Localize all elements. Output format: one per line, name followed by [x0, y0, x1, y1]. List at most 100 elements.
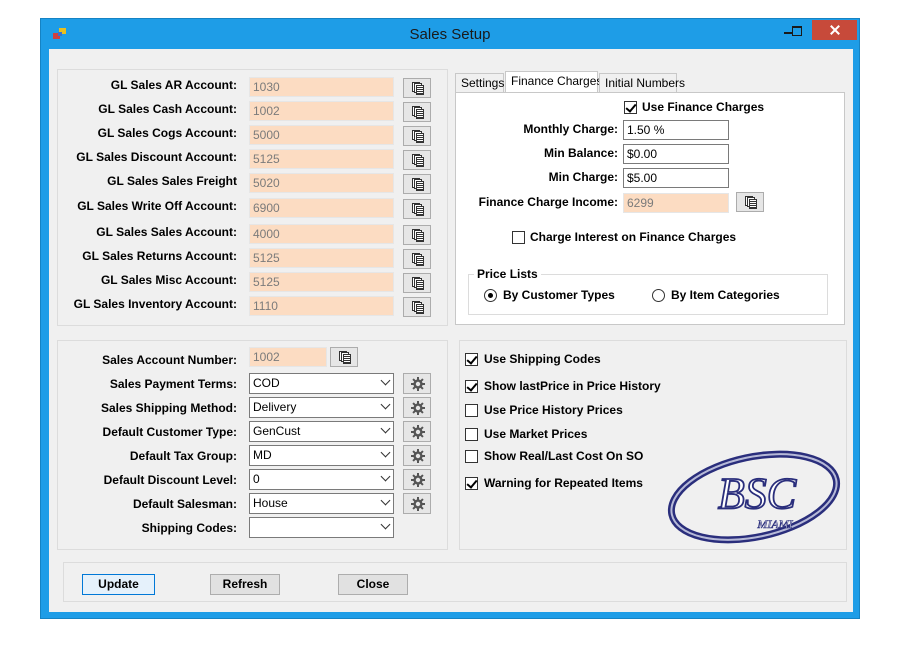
dropdown-value: Delivery: [253, 400, 297, 414]
sales-field-dropdown[interactable]: House: [249, 493, 394, 514]
documents-icon: [412, 301, 424, 314]
min-balance-label: Min Balance:: [543, 146, 618, 160]
gl-account-input: 1110: [249, 296, 394, 316]
option-label: Use Shipping Codes: [484, 352, 601, 366]
gl-account-lookup-button[interactable]: [403, 126, 431, 146]
sales-field-dropdown[interactable]: GenCust: [249, 421, 394, 442]
gl-account-input: 6900: [249, 198, 394, 218]
monthly-charge-input[interactable]: 1.50 %: [623, 120, 729, 140]
option-checkbox[interactable]: [465, 477, 478, 490]
price-lists-legend: Price Lists: [474, 267, 541, 281]
chevron-down-icon: [380, 375, 391, 386]
sales-field-settings-button[interactable]: [403, 493, 431, 514]
gl-account-lookup-button[interactable]: [403, 150, 431, 170]
sales-account-number-label: Sales Account Number:: [102, 353, 237, 367]
bsc-miami-logo: BSC MIAMI: [667, 450, 841, 544]
sales-field-label: Default Discount Level:: [103, 473, 237, 487]
by-item-categories-label: By Item Categories: [671, 288, 780, 302]
gl-account-label: GL Sales Cash Account:: [98, 102, 237, 116]
gl-account-lookup-button[interactable]: [403, 199, 431, 219]
maximize-button[interactable]: [783, 19, 809, 40]
gear-icon: [411, 425, 425, 439]
gl-account-label: GL Sales Cogs Account:: [97, 126, 237, 140]
charge-interest-checkbox[interactable]: [512, 231, 525, 244]
gl-account-label: GL Sales Write Off Account:: [77, 199, 237, 213]
gl-account-input: 4000: [249, 224, 394, 244]
gl-account-label: GL Sales Inventory Account:: [73, 297, 237, 311]
dropdown-value: MD: [253, 448, 272, 462]
chevron-down-icon: [380, 495, 391, 506]
tab-finance-charges[interactable]: Finance Charges: [505, 71, 602, 92]
by-customer-types-label: By Customer Types: [503, 288, 615, 302]
sales-field-dropdown[interactable]: [249, 517, 394, 538]
sales-field-label: Default Salesman:: [132, 497, 237, 511]
gl-account-label: GL Sales AR Account:: [110, 78, 237, 92]
gl-account-input: 1030: [249, 77, 394, 97]
close-button[interactable]: Close: [338, 574, 408, 595]
chevron-down-icon: [380, 423, 391, 434]
chevron-down-icon: [380, 399, 391, 410]
charge-interest-label: Charge Interest on Finance Charges: [530, 230, 737, 244]
option-label: Use Market Prices: [484, 427, 588, 441]
gear-icon: [411, 377, 425, 391]
gl-account-lookup-button[interactable]: [403, 174, 431, 194]
gl-account-input: 1002: [249, 101, 394, 121]
sales-field-dropdown[interactable]: Delivery: [249, 397, 394, 418]
option-checkbox[interactable]: [465, 353, 478, 366]
by-item-categories-radio[interactable]: [652, 289, 665, 302]
gl-account-lookup-button[interactable]: [403, 297, 431, 317]
gear-icon: [411, 401, 425, 415]
gl-account-input: 5125: [249, 149, 394, 169]
tab-settings[interactable]: Settings: [455, 73, 504, 92]
sales-field-settings-button[interactable]: [403, 469, 431, 490]
update-button[interactable]: Update: [82, 574, 155, 595]
dropdown-value: House: [253, 496, 288, 510]
option-checkbox[interactable]: [465, 428, 478, 441]
refresh-button[interactable]: Refresh: [210, 574, 280, 595]
option-checkbox[interactable]: [465, 380, 478, 393]
sales-field-dropdown[interactable]: MD: [249, 445, 394, 466]
gl-account-lookup-button[interactable]: [403, 249, 431, 269]
sales-field-settings-button[interactable]: [403, 421, 431, 442]
option-label: Warning for Repeated Items: [484, 476, 643, 490]
option-checkbox[interactable]: [465, 404, 478, 417]
option-label: Show Real/Last Cost On SO: [484, 449, 644, 463]
dropdown-value: COD: [253, 376, 280, 390]
gl-account-lookup-button[interactable]: [403, 273, 431, 293]
close-window-button[interactable]: [812, 20, 857, 40]
gl-account-lookup-button[interactable]: [403, 78, 431, 98]
sales-field-dropdown[interactable]: 0: [249, 469, 394, 490]
sales-field-label: Default Customer Type:: [102, 425, 237, 439]
option-label: Use Price History Prices: [484, 403, 623, 417]
documents-icon: [412, 253, 424, 266]
logo-subtext: MIAMI: [756, 517, 793, 531]
gl-account-lookup-button[interactable]: [403, 225, 431, 245]
documents-icon: [745, 196, 757, 209]
chevron-down-icon: [380, 471, 391, 482]
by-customer-types-radio[interactable]: [484, 289, 497, 302]
monthly-charge-label: Monthly Charge:: [523, 122, 618, 136]
min-balance-input[interactable]: $0.00: [623, 144, 729, 164]
logo-text: BSC: [718, 469, 797, 518]
tab-initial-numbers[interactable]: Initial Numbers: [599, 73, 685, 92]
dropdown-value: 0: [253, 472, 260, 486]
option-checkbox[interactable]: [465, 450, 478, 463]
sales-field-settings-button[interactable]: [403, 445, 431, 466]
gl-account-lookup-button[interactable]: [403, 102, 431, 122]
button-bar: [63, 562, 847, 602]
min-charge-input[interactable]: $5.00: [623, 168, 729, 188]
use-finance-charges-label: Use Finance Charges: [642, 100, 765, 114]
sales-field-settings-button[interactable]: [403, 397, 431, 418]
chevron-down-icon: [380, 447, 391, 458]
sales-account-lookup-button[interactable]: [330, 347, 358, 367]
sales-field-dropdown[interactable]: COD: [249, 373, 394, 394]
sales-field-settings-button[interactable]: [403, 373, 431, 394]
title-bar[interactable]: Sales Setup: [41, 19, 859, 49]
finance-income-lookup-button[interactable]: [736, 192, 764, 212]
sales-field-label: Sales Shipping Method:: [100, 401, 237, 415]
documents-icon: [412, 154, 424, 167]
use-finance-charges-checkbox[interactable]: [624, 101, 637, 114]
tab-strip: Settings Finance Charges Initial Numbers: [455, 71, 847, 93]
sales-account-number-input: 1002: [249, 347, 327, 367]
dropdown-value: GenCust: [253, 424, 301, 438]
